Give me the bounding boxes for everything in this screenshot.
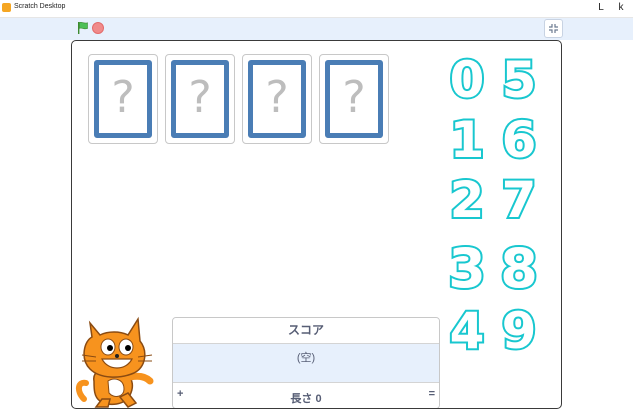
card-face: ? xyxy=(171,60,229,138)
maximize-button[interactable]: k xyxy=(614,2,628,14)
exit-fullscreen-icon xyxy=(549,24,558,33)
stage[interactable]: ? ? ? ? 0 1 2 3 4 5 6 7 8 9 スコア (空) + 長さ… xyxy=(71,40,562,409)
window-title: Scratch Desktop xyxy=(14,3,66,10)
question-mark: ? xyxy=(188,72,212,123)
list-footer: + 長さ 0 = xyxy=(173,382,439,408)
card-face: ? xyxy=(325,60,383,138)
list-empty-text: (空) xyxy=(296,352,316,364)
list-resize-handle[interactable]: = xyxy=(429,388,435,400)
minimize-button[interactable]: L xyxy=(594,2,608,14)
digit-1[interactable]: 1 xyxy=(446,111,488,169)
digit-7[interactable]: 7 xyxy=(498,171,540,229)
digit-3[interactable]: 3 xyxy=(446,240,488,298)
digit-5[interactable]: 5 xyxy=(498,51,540,109)
digit-0[interactable]: 0 xyxy=(446,51,488,109)
card-2[interactable]: ? xyxy=(165,54,235,144)
stage-toolbar xyxy=(0,18,633,40)
scratch-app-icon xyxy=(2,3,11,12)
exit-fullscreen-button[interactable] xyxy=(544,19,563,38)
card-face: ? xyxy=(94,60,152,138)
window-titlebar: Scratch Desktop L k xyxy=(0,0,633,18)
list-title: スコア xyxy=(173,318,439,344)
card-1[interactable]: ? xyxy=(88,54,158,144)
card-4[interactable]: ? xyxy=(319,54,389,144)
list-monitor-score[interactable]: スコア (空) + 長さ 0 = xyxy=(172,317,440,408)
card-face: ? xyxy=(248,60,306,138)
question-mark: ? xyxy=(265,72,289,123)
digit-8[interactable]: 8 xyxy=(498,240,540,298)
question-mark: ? xyxy=(342,72,366,123)
question-mark: ? xyxy=(111,72,135,123)
stop-icon[interactable] xyxy=(92,22,104,34)
card-3[interactable]: ? xyxy=(242,54,312,144)
digit-9[interactable]: 9 xyxy=(498,302,540,360)
digit-6[interactable]: 6 xyxy=(498,111,540,169)
green-flag-icon[interactable] xyxy=(76,21,90,35)
digit-4[interactable]: 4 xyxy=(446,302,488,360)
list-length: 長さ 0 xyxy=(290,393,322,405)
scratch-cat-sprite[interactable] xyxy=(74,311,164,409)
digit-2[interactable]: 2 xyxy=(446,171,488,229)
